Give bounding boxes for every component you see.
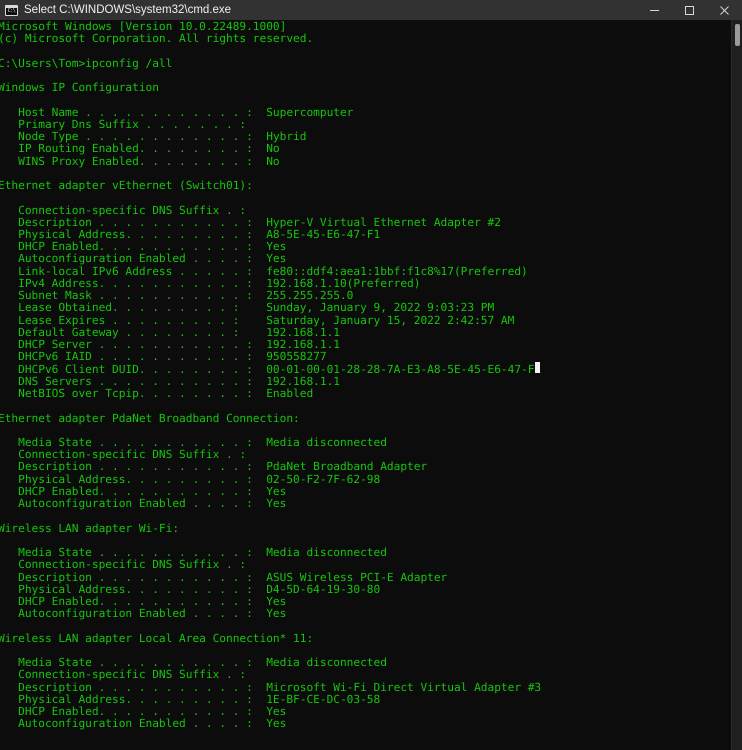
window-title: Select C:\WINDOWS\system32\cmd.exe bbox=[24, 4, 232, 16]
window-controls bbox=[637, 0, 742, 20]
window-titlebar[interactable]: Select C:\WINDOWS\system32\cmd.exe bbox=[0, 0, 742, 21]
vertical-scrollbar[interactable] bbox=[731, 20, 742, 750]
cmd-console-window: Select C:\WINDOWS\system32\cmd.exe bbox=[0, 0, 742, 750]
minimize-button[interactable] bbox=[637, 0, 672, 20]
close-button[interactable] bbox=[707, 0, 742, 20]
scrollbar-thumb[interactable] bbox=[735, 24, 740, 46]
cmd-console-icon bbox=[5, 4, 18, 16]
close-icon bbox=[720, 5, 729, 15]
maximize-button[interactable] bbox=[672, 0, 707, 20]
maximize-icon bbox=[685, 5, 694, 15]
minimize-icon bbox=[650, 9, 659, 11]
console-text: Microsoft Windows [Version 10.0.22489.10… bbox=[0, 20, 542, 731]
console-output-area[interactable]: Microsoft Windows [Version 10.0.22489.10… bbox=[0, 20, 742, 750]
titlebar-title-group: Select C:\WINDOWS\system32\cmd.exe bbox=[0, 0, 637, 20]
text-cursor bbox=[535, 362, 540, 373]
